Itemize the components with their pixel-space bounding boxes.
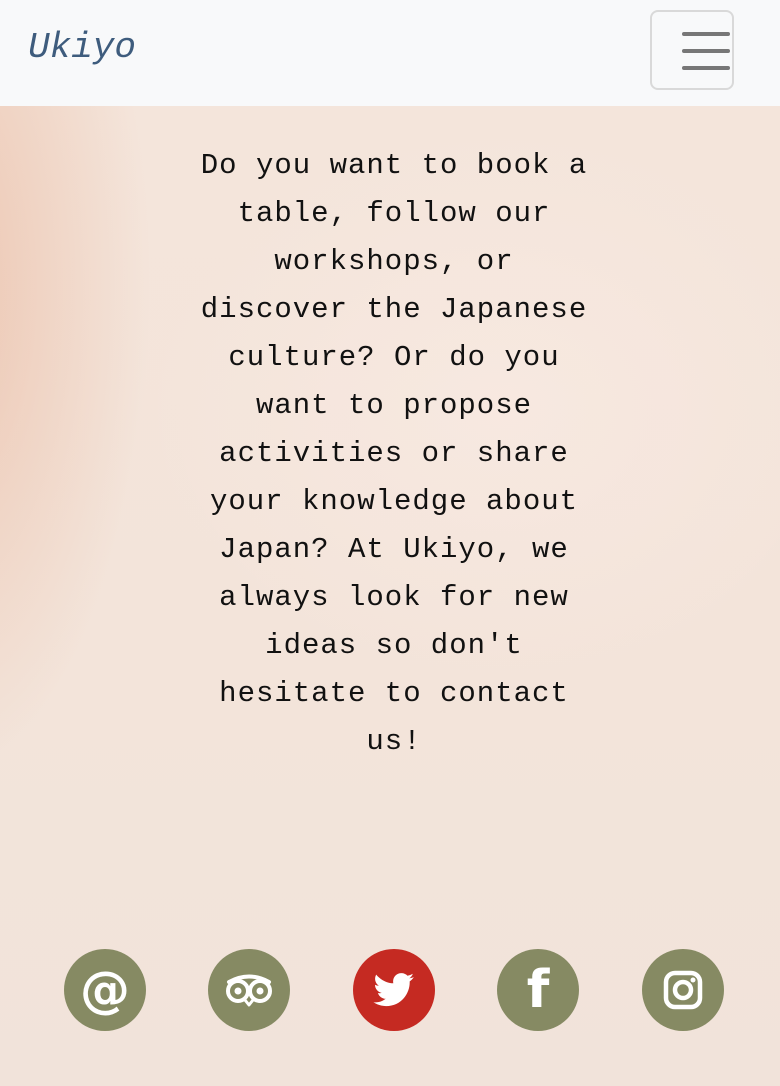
- twitter-bird-icon: [373, 973, 414, 1007]
- tripadvisor-owl-icon: [226, 974, 272, 1007]
- contact-message: Do you want to book a table, follow our …: [200, 149, 588, 758]
- hamburger-menu-icon: [682, 32, 730, 36]
- contact-section: Do you want to book a table, follow our …: [0, 106, 780, 1086]
- tripadvisor-link[interactable]: [208, 949, 290, 1031]
- social-links: @ f: [0, 949, 780, 1031]
- brand-logo[interactable]: Ukiyo: [28, 27, 136, 68]
- facebook-f-icon: f: [526, 960, 550, 1020]
- hamburger-menu-icon: [682, 49, 730, 53]
- navbar-toggle-button[interactable]: [650, 10, 734, 90]
- facebook-link[interactable]: f: [497, 949, 579, 1031]
- hamburger-menu-icon: [682, 66, 730, 70]
- at-sign-icon: @: [80, 961, 130, 1019]
- twitter-link[interactable]: [353, 949, 435, 1031]
- email-link[interactable]: @: [64, 949, 146, 1031]
- instagram-camera-icon: [663, 970, 703, 1010]
- navbar: Ukiyo: [0, 0, 780, 106]
- instagram-link[interactable]: [642, 949, 724, 1031]
